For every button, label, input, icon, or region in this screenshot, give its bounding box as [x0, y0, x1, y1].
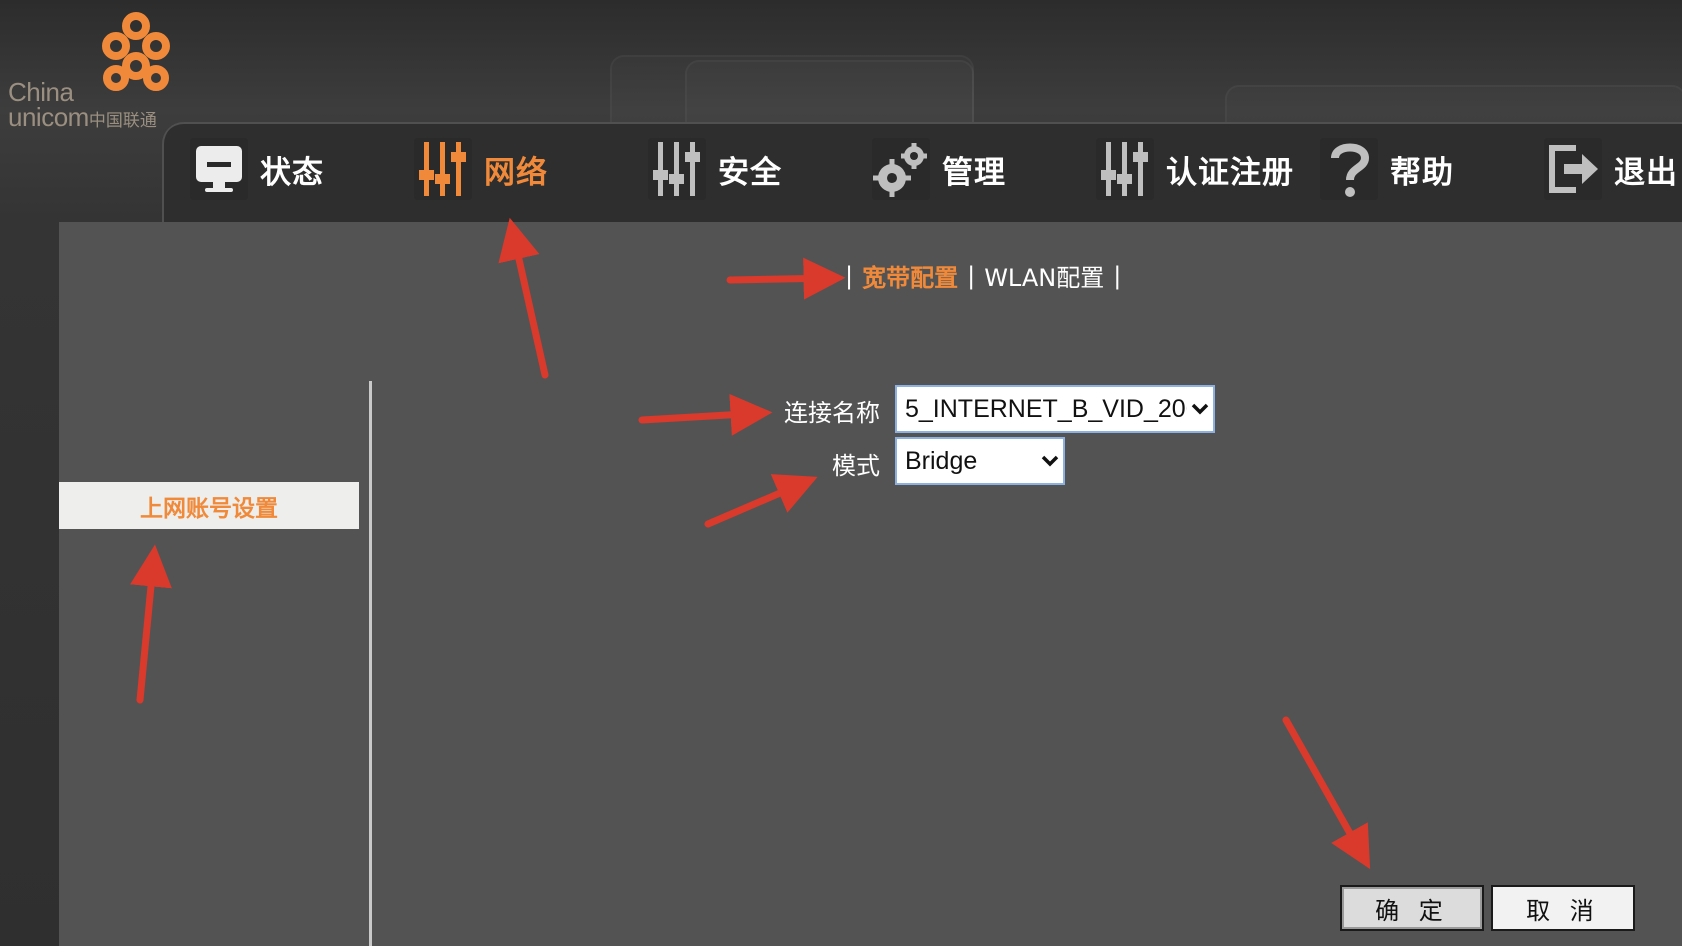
connection-name-value: 5_INTERNET_B_VID_206	[905, 394, 1187, 423]
nav-label: 状态	[260, 154, 324, 191]
sliders-icon	[414, 138, 472, 200]
nav-label: 网络	[484, 154, 548, 191]
sliders-icon	[648, 138, 706, 200]
monitor-icon	[190, 138, 248, 200]
connection-name-select[interactable]: 5_INTERNET_B_VID_206	[895, 385, 1215, 433]
nav-item-network[interactable]: 网络	[414, 135, 548, 203]
nav-item-help[interactable]: 帮助	[1320, 135, 1454, 203]
tab-separator: |	[845, 261, 854, 290]
nav-item-auth-register[interactable]: 认证注册	[1096, 135, 1294, 203]
nav-label: 退出	[1614, 154, 1678, 191]
tab-wlan-config[interactable]: WLAN配置	[984, 258, 1104, 293]
question-icon	[1320, 138, 1378, 200]
gears-icon	[872, 138, 930, 200]
chevron-down-icon	[1187, 387, 1213, 431]
nav-item-security[interactable]: 安全	[648, 135, 782, 203]
logo-text: China unicom中国联通	[8, 77, 157, 132]
sliders-icon	[1096, 138, 1154, 200]
sub-tabs: | 宽带配置 | WLAN配置 |	[845, 258, 1121, 293]
nav-label: 管理	[942, 154, 1006, 191]
confirm-button[interactable]: 确 定	[1340, 885, 1484, 931]
chevron-down-icon	[1037, 439, 1063, 483]
connection-name-label: 连接名称	[784, 399, 880, 427]
nav-label: 帮助	[1390, 154, 1454, 191]
tab-broadband-config[interactable]: 宽带配置	[862, 258, 958, 293]
side-menu-internet-account[interactable]: 上网账号设置	[59, 482, 359, 529]
nav-label: 安全	[718, 154, 782, 191]
nav-label: 认证注册	[1166, 154, 1294, 191]
mode-value: Bridge	[905, 446, 978, 475]
mode-label: 模式	[832, 452, 880, 480]
nav-item-status[interactable]: 状态	[190, 135, 324, 203]
router-admin-page: China unicom中国联通 状态 网络 安全 管理 认证注册 帮助 退出 …	[0, 0, 1682, 946]
sidebar-divider	[369, 381, 372, 946]
tab-separator: |	[1113, 261, 1122, 290]
nav-item-management[interactable]: 管理	[872, 135, 1006, 203]
cancel-button[interactable]: 取 消	[1491, 885, 1635, 931]
content-panel	[59, 222, 1682, 946]
side-menu-label: 上网账号设置	[140, 495, 278, 522]
china-unicom-logo: China unicom中国联通	[6, 12, 181, 130]
tab-separator: |	[967, 261, 976, 290]
exit-icon	[1544, 138, 1602, 200]
nav-item-logout[interactable]: 退出	[1544, 135, 1678, 203]
mode-select[interactable]: Bridge	[895, 437, 1065, 485]
